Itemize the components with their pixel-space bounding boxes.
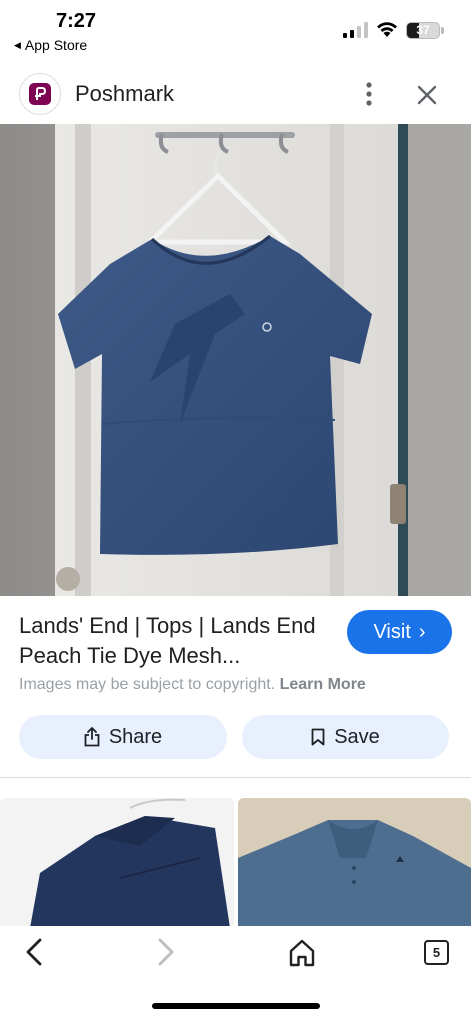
- forward-arrow-icon[interactable]: [152, 936, 180, 968]
- more-options-icon[interactable]: [355, 78, 383, 110]
- poshmark-logo[interactable]: [19, 73, 61, 115]
- related-image-2[interactable]: [238, 798, 471, 928]
- back-triangle-icon: ◀: [14, 39, 21, 50]
- share-icon: [84, 727, 100, 747]
- save-label: Save: [334, 725, 380, 748]
- bookmark-icon: [311, 728, 325, 746]
- related-image-1[interactable]: [0, 798, 234, 928]
- result-title[interactable]: Lands' End | Tops | Lands End Peach Tie …: [19, 611, 339, 671]
- copyright-notice: Images may be subject to copyright. Lear…: [19, 676, 366, 694]
- battery-cap: [441, 27, 444, 34]
- poshmark-logo-mark: [29, 83, 51, 105]
- product-image[interactable]: [0, 124, 471, 596]
- home-icon[interactable]: [288, 938, 316, 968]
- browser-toolbar: 5: [0, 926, 471, 1020]
- wifi-icon: [377, 22, 397, 37]
- copyright-text: Images may be subject to copyright.: [19, 676, 276, 693]
- visit-button[interactable]: Visit ›: [347, 610, 452, 654]
- battery-percent: 37: [416, 23, 430, 37]
- status-bar: 7:27 ◀ App Store 37: [0, 0, 471, 60]
- visit-label: Visit: [373, 620, 411, 643]
- poshmark-p-icon: [35, 87, 47, 100]
- back-arrow-icon[interactable]: [20, 936, 48, 968]
- home-indicator[interactable]: [152, 1003, 320, 1009]
- section-divider: [0, 777, 471, 778]
- learn-more-link[interactable]: Learn More: [280, 676, 366, 693]
- tabs-button[interactable]: 5: [424, 940, 449, 965]
- cellular-signal-icon: [343, 22, 368, 38]
- product-photo: [0, 124, 471, 596]
- source-name[interactable]: Poshmark: [75, 81, 174, 107]
- source-header: Poshmark: [0, 68, 471, 122]
- back-to-app-store[interactable]: ◀ App Store: [14, 37, 87, 53]
- close-icon[interactable]: [410, 78, 444, 112]
- status-time: 7:27: [56, 10, 97, 32]
- battery-icon: 37: [406, 22, 440, 39]
- save-button[interactable]: Save: [242, 715, 449, 759]
- share-button[interactable]: Share: [19, 715, 227, 759]
- back-app-label: App Store: [24, 37, 88, 53]
- related-photo-2: [238, 798, 471, 928]
- chevron-right-icon: ›: [418, 620, 426, 643]
- share-label: Share: [108, 725, 163, 748]
- related-photo-1: [0, 798, 234, 928]
